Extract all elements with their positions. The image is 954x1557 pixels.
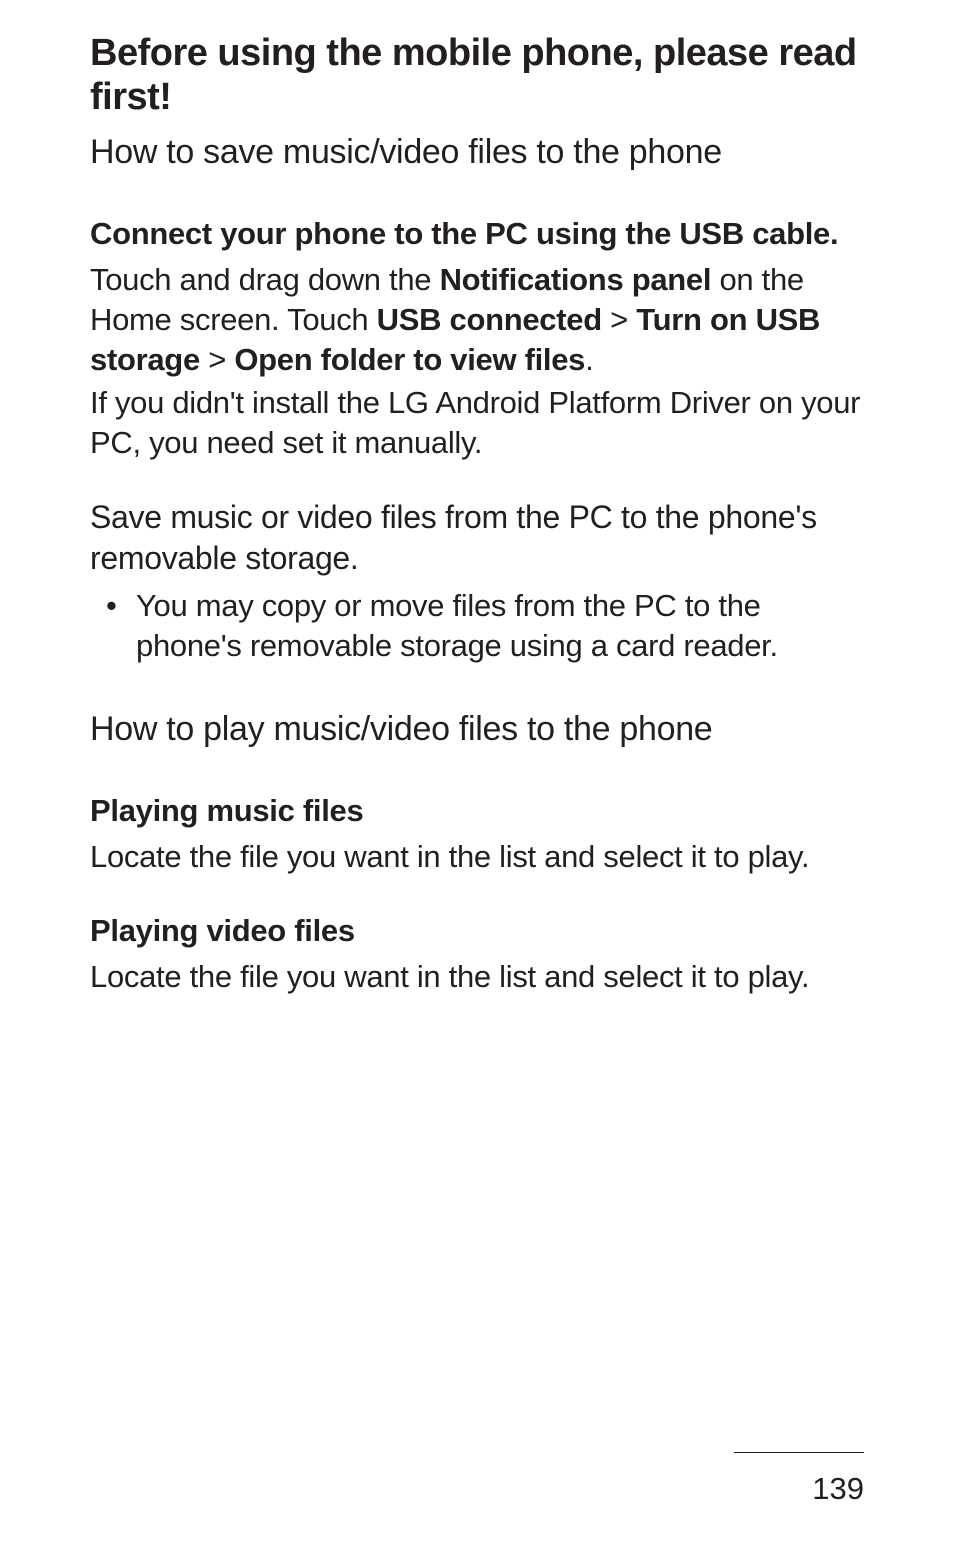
paragraph-video: Locate the file you want in the list and… [90,957,864,997]
text-bold: Open folder to view files [234,342,585,377]
text: > [602,302,636,337]
paragraph-usb-instructions: Touch and drag down the Notifications pa… [90,260,864,379]
text: . [585,342,593,377]
text-bold: USB connected [377,302,602,337]
page-title: Before using the mobile phone, please re… [90,32,864,119]
subheading-music: Playing music files [90,791,864,831]
section-heading-play: How to play music/video files to the pho… [90,708,864,751]
footer-divider [734,1452,864,1453]
paragraph-music: Locate the file you want in the list and… [90,837,864,877]
paragraph-driver-install: If you didn't install the LG Android Pla… [90,383,864,462]
subheading-video: Playing video files [90,911,864,951]
footer: 139 [812,1471,864,1507]
text: > [200,342,234,377]
section-heading-save: How to save music/video files to the pho… [90,131,864,174]
text-bold: Notifications panel [440,262,712,297]
list-item: You may copy or move files from the PC t… [136,586,864,667]
subheading-connect: Connect your phone to the PC using the U… [90,214,864,254]
subheading-save-files: Save music or video files from the PC to… [90,497,864,580]
text: Touch and drag down the [90,262,440,297]
bullet-list: You may copy or move files from the PC t… [90,586,864,667]
page-number: 139 [812,1471,864,1506]
